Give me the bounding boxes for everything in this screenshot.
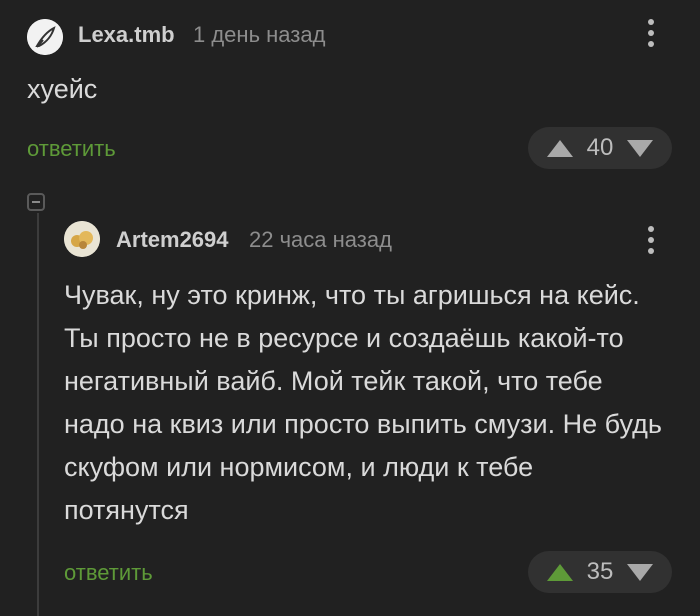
vote-control: 35: [528, 551, 672, 593]
avatar[interactable]: [64, 221, 100, 257]
vote-count: 35: [586, 558, 614, 585]
comment-text: Чувак, ну это кринж, что ты агришься на …: [64, 280, 662, 525]
downvote-icon[interactable]: [627, 563, 653, 581]
username[interactable]: Artem2694: [116, 227, 229, 253]
comment-time: 22 часа назад: [249, 227, 392, 252]
user-avatar-icon: [64, 221, 100, 257]
upvote-icon[interactable]: [547, 563, 573, 581]
reply-button[interactable]: ответить: [64, 560, 153, 586]
reply-comment: Artem2694 22 часа назад Чувак, ну это кр…: [0, 0, 700, 616]
more-options-icon[interactable]: [648, 226, 654, 254]
